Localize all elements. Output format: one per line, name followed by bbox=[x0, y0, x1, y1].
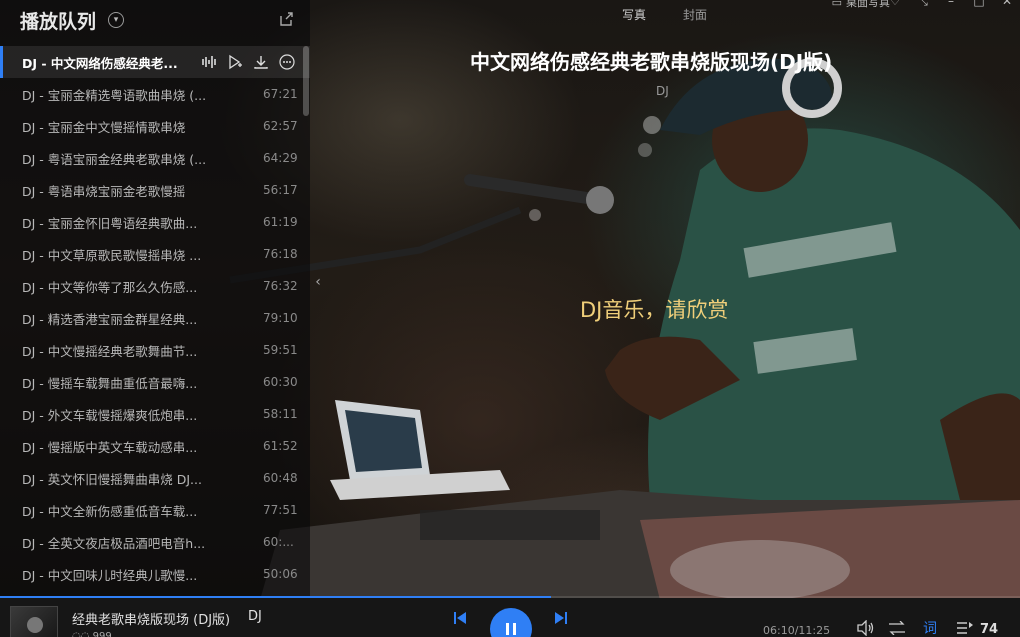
track-duration: 76:18 bbox=[263, 247, 298, 261]
maximize-icon[interactable]: □ bbox=[972, 0, 986, 8]
collapse-sidebar-icon[interactable]: ‹ bbox=[311, 274, 325, 294]
track-duration: 64:29 bbox=[263, 151, 298, 165]
track-title: DJ - 粤语串烧宝丽金老歌慢摇 bbox=[22, 183, 186, 199]
queue-icon[interactable] bbox=[956, 620, 974, 636]
track-row[interactable]: DJ - 精选香港宝丽金群星经典... 79:10 bbox=[0, 302, 310, 334]
track-duration: 62:57 bbox=[263, 119, 298, 133]
volume-icon[interactable] bbox=[856, 620, 874, 636]
track-title: DJ - 宝丽金怀旧粤语经典歌曲... bbox=[22, 215, 198, 231]
track-title: DJ - 中文全新伤感重低音车载... bbox=[22, 503, 198, 519]
more-icon[interactable] bbox=[278, 53, 296, 71]
close-icon[interactable]: ✕ bbox=[1000, 0, 1014, 8]
track-row[interactable]: DJ - 中文草原歌民歌慢摇串烧 ... 76:18 bbox=[0, 238, 310, 270]
track-duration: 67:21 bbox=[263, 87, 298, 101]
track-row[interactable]: DJ - 宝丽金中文慢摇情歌串烧 62:57 bbox=[0, 110, 310, 142]
player-artist[interactable]: DJ bbox=[248, 609, 262, 624]
track-row[interactable]: DJ - 宝丽金精选粤语歌曲串烧 (... 67:21 bbox=[0, 78, 310, 110]
heart-icon[interactable]: ♡ bbox=[888, 0, 902, 8]
song-artist[interactable]: DJ bbox=[656, 84, 669, 98]
track-row[interactable]: DJ - 中文慢摇经典老歌舞曲节... 59:51 bbox=[0, 334, 310, 366]
minimize-icon[interactable]: – bbox=[944, 0, 958, 8]
track-duration: 77:51 bbox=[263, 503, 298, 517]
track-duration: 60:48 bbox=[263, 471, 298, 485]
next-icon[interactable] bbox=[553, 610, 569, 630]
top-bar: 写真 封面 ▭ 桌面写真 ♡ ⤡ – □ ✕ bbox=[310, 0, 1020, 28]
track-row[interactable]: DJ - 中文网络伤感经典老... bbox=[0, 46, 310, 78]
track-title: DJ - 中文草原歌民歌慢摇串烧 ... bbox=[22, 247, 202, 263]
equalizer-icon[interactable] bbox=[200, 53, 218, 71]
track-row[interactable]: DJ - 中文回味儿时经典儿歌慢... 50:06 bbox=[0, 558, 310, 590]
track-title: DJ - 慢摇车载舞曲重低音最嗨... bbox=[22, 375, 198, 391]
track-row[interactable]: DJ - 英文怀旧慢摇舞曲串烧 DJ... 60:48 bbox=[0, 462, 310, 494]
track-title: DJ - 外文车载慢摇爆爽低炮串... bbox=[22, 407, 198, 423]
playlist-sidebar: 播放队列 ▾ DJ - 中文网络伤感经典老... DJ - 宝丽金精选粤语歌曲串… bbox=[0, 0, 310, 596]
track-row[interactable]: DJ - 外文车载慢摇爆爽低炮串... 58:11 bbox=[0, 398, 310, 430]
monitor-icon: ▭ bbox=[831, 0, 842, 9]
track-duration: 79:10 bbox=[263, 311, 298, 325]
track-duration: 50:06 bbox=[263, 567, 298, 581]
track-title: DJ - 中文回味儿时经典儿歌慢... bbox=[22, 567, 198, 583]
track-row[interactable]: DJ - 粤语串烧宝丽金老歌慢摇 56:17 bbox=[0, 174, 310, 206]
track-duration: 61:52 bbox=[263, 439, 298, 453]
track-title: DJ - 中文网络伤感经典老... bbox=[22, 55, 178, 71]
current-lyric: DJ音乐，请欣赏 bbox=[580, 298, 729, 322]
track-duration: 60:... bbox=[263, 535, 294, 549]
track-duration: 76:32 bbox=[263, 279, 298, 293]
track-row[interactable]: DJ - 中文等你等了那么久伤感... 76:32 bbox=[0, 270, 310, 302]
track-row[interactable]: DJ - 宝丽金怀旧粤语经典歌曲... 61:19 bbox=[0, 206, 310, 238]
chevron-down-icon[interactable]: ▾ bbox=[108, 12, 125, 28]
download-icon[interactable] bbox=[252, 53, 270, 71]
track-duration: 60:30 bbox=[263, 375, 298, 389]
desktop-photo-button[interactable]: ▭ 桌面写真 bbox=[832, 0, 890, 10]
track-list: DJ - 中文网络伤感经典老... DJ - 宝丽金精选粤语歌曲串烧 (... 6… bbox=[0, 46, 310, 590]
track-title: DJ - 中文慢摇经典老歌舞曲节... bbox=[22, 343, 198, 359]
queue-count: 74 bbox=[980, 622, 999, 637]
track-row[interactable]: DJ - 慢摇版中英文车载动感串... 61:52 bbox=[0, 430, 310, 462]
share-icon[interactable] bbox=[278, 11, 294, 27]
track-title: DJ - 慢摇版中英文车载动感串... bbox=[22, 439, 198, 455]
track-actions bbox=[200, 53, 296, 71]
shrink-icon[interactable]: ⤡ bbox=[916, 0, 930, 8]
pause-button[interactable] bbox=[490, 608, 532, 637]
track-row[interactable]: DJ - 中文全新伤感重低音车载... 77:51 bbox=[0, 494, 310, 526]
sidebar-title: 播放队列 bbox=[20, 10, 97, 33]
track-duration: 56:17 bbox=[263, 183, 298, 197]
sidebar-scrollbar[interactable] bbox=[303, 46, 309, 116]
track-title: DJ - 英文怀旧慢摇舞曲串烧 DJ... bbox=[22, 471, 202, 487]
track-row[interactable]: DJ - 全英文夜店极品酒吧电音h... 60:... bbox=[0, 526, 310, 558]
album-cover[interactable] bbox=[10, 606, 58, 637]
player-song-title[interactable]: 经典老歌串烧版现场 (DJ版) bbox=[72, 609, 230, 628]
play-next-icon[interactable] bbox=[226, 53, 244, 71]
comment-icon[interactable]: ◌◌ bbox=[72, 631, 89, 637]
track-title: DJ - 宝丽金精选粤语歌曲串烧 (... bbox=[22, 87, 207, 103]
track-title: DJ - 中文等你等了那么久伤感... bbox=[22, 279, 198, 295]
comment-count: 999 bbox=[92, 631, 112, 637]
track-duration: 59:51 bbox=[263, 343, 298, 357]
desktop-photo-label: 桌面写真 bbox=[846, 0, 890, 9]
previous-icon[interactable] bbox=[452, 610, 468, 630]
track-title: DJ - 全英文夜店极品酒吧电音h... bbox=[22, 535, 206, 551]
playback-time: 06:10/11:25 bbox=[763, 624, 831, 637]
player-bar: 经典老歌串烧版现场 (DJ版) DJ ◌◌ 999 06:10/11:25 词 … bbox=[0, 598, 1020, 637]
track-title: DJ - 粤语宝丽金经典老歌串烧 (... bbox=[22, 151, 207, 167]
song-title: 中文网络伤感经典老歌串烧版现场(DJ版) bbox=[470, 50, 833, 74]
player-meta: ◌◌ 999 bbox=[72, 631, 112, 637]
track-row[interactable]: DJ - 粤语宝丽金经典老歌串烧 (... 64:29 bbox=[0, 142, 310, 174]
window-controls: ♡ ⤡ – □ ✕ bbox=[888, 0, 1014, 8]
pause-icon bbox=[506, 623, 516, 635]
track-duration: 61:19 bbox=[263, 215, 298, 229]
track-title: DJ - 精选香港宝丽金群星经典... bbox=[22, 311, 198, 327]
track-duration: 58:11 bbox=[263, 407, 298, 421]
loop-mode-icon[interactable] bbox=[888, 620, 906, 636]
sidebar-header: 播放队列 ▾ bbox=[0, 0, 310, 40]
track-title: DJ - 宝丽金中文慢摇情歌串烧 bbox=[22, 119, 186, 135]
track-row[interactable]: DJ - 慢摇车载舞曲重低音最嗨... 60:30 bbox=[0, 366, 310, 398]
lyrics-toggle[interactable]: 词 bbox=[921, 620, 939, 637]
tab-cover[interactable]: 封面 bbox=[683, 6, 707, 23]
tab-photo[interactable]: 写真 bbox=[622, 6, 646, 23]
